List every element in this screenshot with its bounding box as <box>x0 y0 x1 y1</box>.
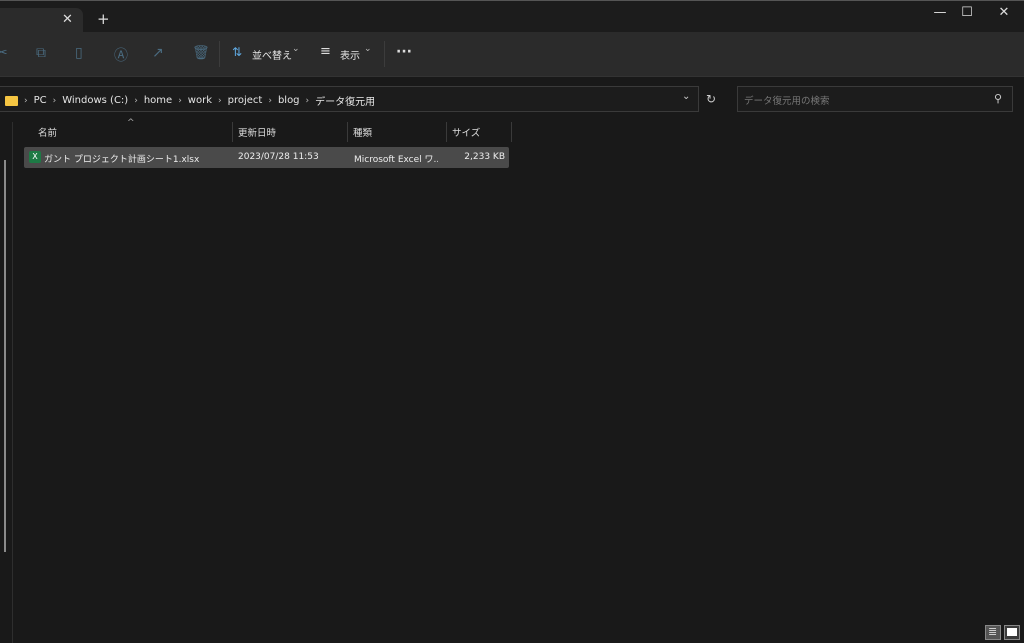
close-window-button[interactable]: ✕ <box>989 5 1019 20</box>
nav-pane-divider[interactable] <box>12 122 13 643</box>
more-options-button[interactable]: ··· <box>396 44 412 60</box>
rename-icon[interactable]: Ⓐ <box>114 45 128 65</box>
command-bar: ✂ ⧉ ▯ Ⓐ ↗ 🗑 ⇅ 並べ替え ⌄ ≡ 表示 ⌄ ··· <box>0 32 1024 77</box>
details-view-icon: ≣ <box>988 625 998 638</box>
chevron-right-icon[interactable]: › <box>218 96 222 106</box>
refresh-icon[interactable]: ↻ <box>706 92 716 106</box>
chevron-right-icon[interactable]: › <box>134 96 138 106</box>
column-divider[interactable] <box>511 122 512 142</box>
chevron-right-icon[interactable]: › <box>24 96 28 106</box>
column-header-size[interactable]: サイズ <box>452 125 480 139</box>
search-placeholder: データ復元用の検索 <box>744 96 830 107</box>
breadcrumb-project[interactable]: project <box>228 95 263 106</box>
file-name: ガント プロジェクト計画シート1.xlsx <box>44 155 200 165</box>
search-icon[interactable]: ⚲ <box>994 92 1002 105</box>
sort-icon: ⇅ <box>232 45 243 59</box>
new-tab-button[interactable]: + <box>97 10 110 28</box>
column-divider[interactable] <box>232 122 233 142</box>
view-label: 表示 <box>340 51 360 62</box>
large-icons-view-button[interactable] <box>1004 625 1020 640</box>
chevron-right-icon[interactable]: › <box>306 96 310 106</box>
view-list-icon: ≡ <box>320 44 331 59</box>
column-divider[interactable] <box>347 122 348 142</box>
address-history-dropdown[interactable]: ⌄ <box>682 91 690 102</box>
breadcrumb-home[interactable]: home <box>144 95 172 106</box>
title-bar: ✕ + — ☐ ✕ <box>0 0 1024 33</box>
breadcrumb-pc[interactable]: PC <box>34 95 47 106</box>
chevron-right-icon[interactable]: › <box>53 96 57 106</box>
chevron-right-icon[interactable]: › <box>178 96 182 106</box>
large-icons-view-icon <box>1007 628 1017 636</box>
column-header-modified[interactable]: 更新日時 <box>238 125 276 139</box>
sort-label: 並べ替え <box>252 51 292 62</box>
column-header-type[interactable]: 種類 <box>353 125 372 139</box>
column-divider[interactable] <box>446 122 447 142</box>
file-type: Microsoft Excel ワ... <box>354 155 438 165</box>
divider <box>384 41 385 67</box>
chevron-right-icon[interactable]: › <box>268 96 272 106</box>
excel-file-icon: X <box>29 151 41 163</box>
tab-close-button[interactable]: ✕ <box>62 12 73 27</box>
minimize-button[interactable]: — <box>925 5 955 20</box>
paste-icon[interactable]: ▯ <box>75 45 83 61</box>
breadcrumb-drive[interactable]: Windows (C:) <box>62 95 128 106</box>
tab-active[interactable]: ✕ <box>0 8 83 33</box>
copy-icon[interactable]: ⧉ <box>36 45 46 61</box>
chevron-down-icon: ⌄ <box>292 44 300 54</box>
sort-button[interactable]: ⇅ 並べ替え ⌄ <box>232 42 302 66</box>
folder-icon <box>5 95 18 106</box>
maximize-button[interactable]: ☐ <box>952 5 982 20</box>
sort-ascending-icon: ^ <box>127 118 135 128</box>
view-button[interactable]: ≡ 表示 ⌄ <box>320 42 375 66</box>
share-icon[interactable]: ↗ <box>152 45 164 61</box>
nav-scrollbar[interactable] <box>4 160 6 552</box>
breadcrumb-current[interactable]: データ復元用 <box>315 93 375 108</box>
file-size: 2,233 KB <box>464 152 505 162</box>
cut-icon[interactable]: ✂ <box>0 45 8 61</box>
breadcrumb-blog[interactable]: blog <box>278 95 300 106</box>
details-view-button[interactable]: ≣ <box>985 625 1001 640</box>
chevron-down-icon: ⌄ <box>364 44 372 54</box>
search-box[interactable]: データ復元用の検索 ⚲ <box>737 86 1013 112</box>
column-header-name[interactable]: 名前 <box>38 125 57 139</box>
file-row[interactable]: X ガント プロジェクト計画シート1.xlsx 2023/07/28 11:53… <box>24 147 509 168</box>
address-bar[interactable]: › PC › Windows (C:) › home › work › project ›… <box>0 86 716 112</box>
breadcrumb-work[interactable]: work <box>188 95 212 106</box>
file-modified: 2023/07/28 11:53 <box>238 152 319 162</box>
divider <box>219 41 220 67</box>
delete-icon[interactable]: 🗑 <box>192 45 210 61</box>
